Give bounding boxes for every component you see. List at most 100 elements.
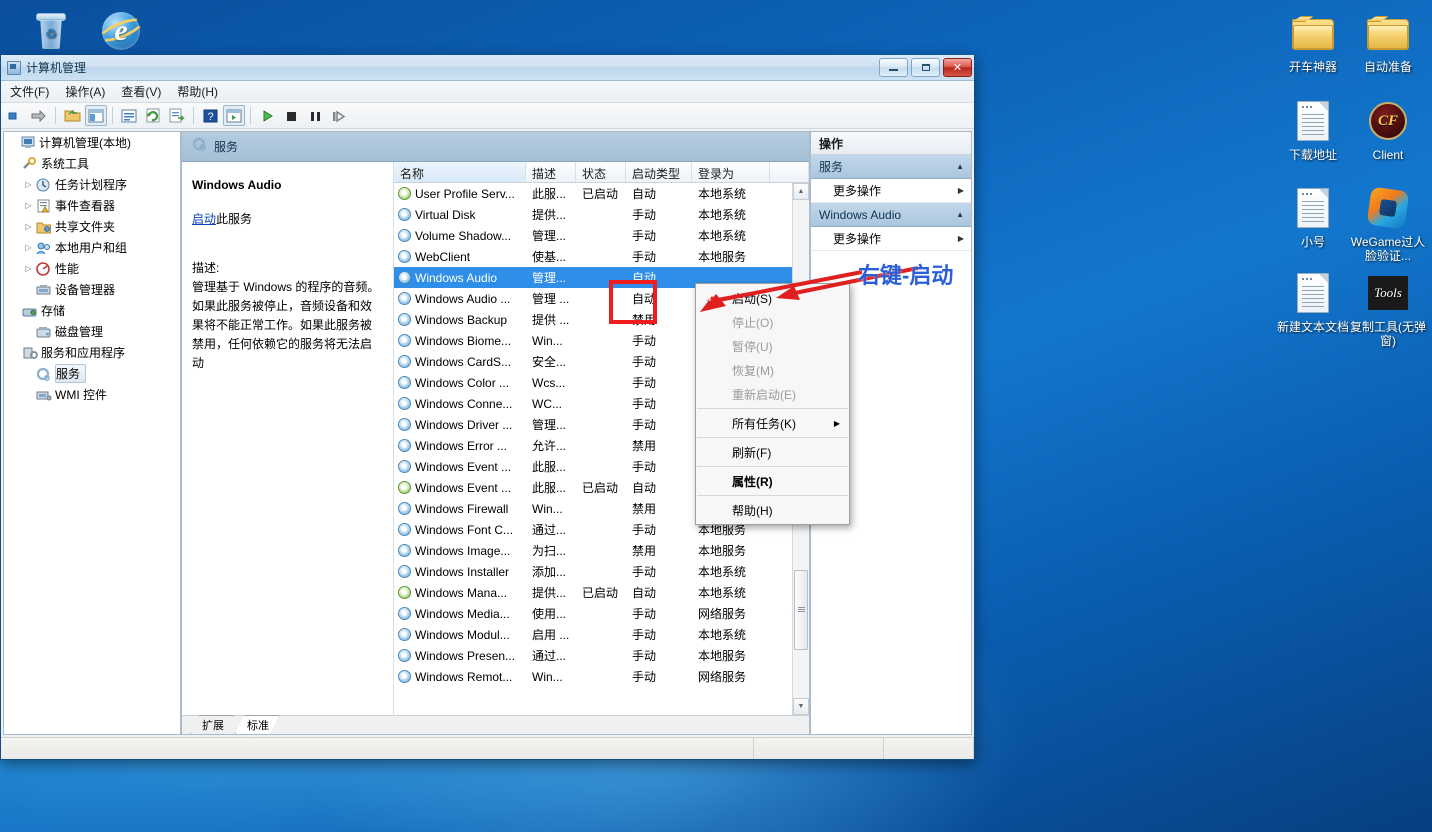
expander-icon[interactable]: ▷ bbox=[22, 180, 35, 189]
forward-button[interactable] bbox=[28, 105, 50, 126]
context-menu-item-label: 刷新(F) bbox=[732, 445, 772, 460]
folder-icon bbox=[1345, 8, 1431, 58]
desktop-icon-internet-explorer[interactable] bbox=[78, 6, 164, 56]
desktop-icon-4[interactable]: 小号 bbox=[1270, 183, 1356, 249]
desktop-icon-7[interactable]: 复制工具(无弹窗) bbox=[1345, 268, 1431, 348]
tree-item-clock[interactable]: ▷ 任务计划程序 bbox=[4, 174, 180, 195]
status-segment-main bbox=[1, 738, 754, 759]
minimize-button[interactable] bbox=[879, 58, 908, 77]
desktop-icon-5[interactable]: WeGame过人脸验证... bbox=[1345, 183, 1431, 263]
chevron-up-icon[interactable]: ▲ bbox=[956, 162, 964, 171]
chevron-up-icon[interactable]: ▲ bbox=[956, 210, 964, 219]
cell-name-text: Windows Driver ... bbox=[415, 417, 513, 432]
tree-item-storage[interactable]: 存储 bbox=[4, 300, 180, 321]
stop-service-button[interactable] bbox=[280, 105, 302, 126]
column-header-spacer[interactable] bbox=[770, 162, 809, 182]
tree-item-services[interactable]: 服务 bbox=[4, 363, 180, 384]
context-menu-item-label: 恢复(M) bbox=[732, 363, 774, 378]
column-header-startup-type[interactable]: 启动类型 bbox=[626, 162, 692, 182]
restart-service-button[interactable] bbox=[328, 105, 350, 126]
menu-action[interactable]: 操作(A) bbox=[58, 80, 112, 103]
tree-item-wmi[interactable]: WMI 控件 bbox=[4, 384, 180, 405]
desktop-icon-1[interactable]: 自动准备 bbox=[1345, 8, 1431, 74]
table-row[interactable]: Windows Remot... Win... 手动 网络服务 bbox=[394, 666, 809, 687]
tree-item-event-log[interactable]: ▷ 事件查看器 bbox=[4, 195, 180, 216]
properties-button[interactable] bbox=[118, 105, 140, 126]
tree-item-device-manager[interactable]: 设备管理器 bbox=[4, 279, 180, 300]
tree-item-tools[interactable]: 系统工具 bbox=[4, 153, 180, 174]
up-folder-button[interactable] bbox=[61, 105, 83, 126]
tree-item-performance[interactable]: ▷ 性能 bbox=[4, 258, 180, 279]
expander-icon[interactable]: ▷ bbox=[22, 243, 35, 252]
tree-item-services-apps[interactable]: 服务和应用程序 bbox=[4, 342, 180, 363]
scroll-thumb[interactable] bbox=[794, 570, 808, 650]
actions-more-actions-services[interactable]: 更多操作 ▶ bbox=[811, 179, 971, 203]
close-button[interactable]: ✕ bbox=[943, 58, 972, 77]
desktop-icon-6[interactable]: 新建文本文档 bbox=[1270, 268, 1356, 334]
table-row[interactable]: User Profile Serv... 此服... 已启动 自动 本地系统 bbox=[394, 183, 809, 204]
table-row[interactable]: Windows Modul... 启用 ... 手动 本地系统 bbox=[394, 624, 809, 645]
service-gear-icon bbox=[398, 355, 411, 368]
context-menu-item[interactable]: 刷新(F) bbox=[696, 440, 849, 464]
tree-item-disk-management[interactable]: 磁盘管理 bbox=[4, 321, 180, 342]
cell-name: Windows Remot... bbox=[394, 670, 526, 684]
start-service-link[interactable]: 启动 bbox=[192, 212, 216, 226]
cell-name-text: Windows Mana... bbox=[415, 585, 508, 600]
table-row[interactable]: Windows Presen... 通过... 手动 本地服务 bbox=[394, 645, 809, 666]
help-button[interactable]: ? bbox=[199, 105, 221, 126]
service-gear-icon bbox=[398, 544, 411, 557]
window-titlebar[interactable]: 计算机管理 ✕ bbox=[1, 55, 974, 81]
desktop-icon-2[interactable]: 下载地址 bbox=[1270, 96, 1356, 162]
cell-logon-as: 本地服务 bbox=[698, 544, 747, 558]
show-hide-tree-button[interactable] bbox=[85, 105, 107, 126]
tab-extended[interactable]: 扩展 bbox=[190, 715, 234, 734]
expander-icon[interactable]: ▷ bbox=[22, 222, 35, 231]
actions-group-windows-audio[interactable]: Windows Audio ▲ bbox=[811, 203, 971, 227]
column-header-name[interactable]: 名称 bbox=[394, 162, 526, 182]
table-row[interactable]: Windows Image... 为扫... 禁用 本地服务 bbox=[394, 540, 809, 561]
table-row[interactable]: Windows Mana... 提供... 已启动 自动 本地系统 bbox=[394, 582, 809, 603]
table-row[interactable]: WebClient 使基... 手动 本地服务 bbox=[394, 246, 809, 267]
service-context-menu[interactable]: 启动(S) 停止(O) 暂停(U) 恢复(M) 重新启动(E) 所有任务(K) ▶ 刷新(F)… bbox=[695, 283, 850, 525]
column-header-logon-as[interactable]: 登录为 bbox=[692, 162, 770, 182]
column-header-status[interactable]: 状态 bbox=[576, 162, 626, 182]
cell-description: Wcs... bbox=[532, 375, 566, 390]
start-service-button[interactable] bbox=[256, 105, 278, 126]
export-list-button[interactable] bbox=[166, 105, 188, 126]
scroll-down-button[interactable]: ▼ bbox=[793, 698, 809, 715]
context-menu-item[interactable]: 属性(R) bbox=[696, 469, 849, 493]
back-button[interactable] bbox=[4, 105, 26, 126]
cell-description: 管理... bbox=[532, 229, 567, 243]
desktop-icon-label: 复制工具(无弹窗) bbox=[1350, 320, 1426, 348]
table-row[interactable]: Volume Shadow... 管理... 手动 本地系统 bbox=[394, 225, 809, 246]
cell-name: WebClient bbox=[394, 250, 526, 264]
tree-root[interactable]: 计算机管理(本地) bbox=[4, 132, 180, 153]
context-menu-item[interactable]: 帮助(H) bbox=[696, 498, 849, 522]
context-menu-item[interactable]: 所有任务(K) ▶ bbox=[696, 411, 849, 435]
show-action-pane-button[interactable] bbox=[223, 105, 245, 126]
expander-icon[interactable]: ▷ bbox=[22, 201, 35, 210]
tree-item-users[interactable]: ▷ 本地用户和组 bbox=[4, 237, 180, 258]
table-row[interactable]: Windows Media... 使用... 手动 网络服务 bbox=[394, 603, 809, 624]
desktop-icon-0[interactable]: 开车神器 bbox=[1270, 8, 1356, 74]
actions-group-services[interactable]: 服务 ▲ bbox=[811, 155, 971, 179]
menu-help[interactable]: 帮助(H) bbox=[170, 80, 225, 103]
column-header-description[interactable]: 描述 bbox=[526, 162, 576, 182]
menu-file[interactable]: 文件(F) bbox=[3, 80, 56, 103]
tree-item-shared-folder[interactable]: ▷ 共享文件夹 bbox=[4, 216, 180, 237]
scroll-up-button[interactable]: ▲ bbox=[793, 183, 809, 200]
desktop-icon-3[interactable]: Client bbox=[1345, 96, 1431, 162]
expander-icon[interactable]: ▷ bbox=[22, 264, 35, 273]
table-row[interactable]: Windows Installer 添加... 手动 本地系统 bbox=[394, 561, 809, 582]
actions-more-actions-windows-audio[interactable]: 更多操作 ▶ bbox=[811, 227, 971, 251]
context-menu-item[interactable]: 启动(S) bbox=[696, 286, 849, 310]
tab-standard[interactable]: 标准 bbox=[235, 715, 279, 734]
cell-name-text: Windows Font C... bbox=[415, 522, 514, 537]
maximize-button[interactable] bbox=[911, 58, 940, 77]
console-tree[interactable]: 计算机管理(本地) 系统工具 ▷ 任务计划程序 ▷ 事件查看器 ▷ 共享文件夹 ▷ 本地用户和组… bbox=[3, 131, 181, 735]
refresh-button[interactable] bbox=[142, 105, 164, 126]
chevron-right-icon: ▶ bbox=[957, 234, 964, 243]
menu-view[interactable]: 查看(V) bbox=[114, 80, 168, 103]
table-row[interactable]: Virtual Disk 提供... 手动 本地系统 bbox=[394, 204, 809, 225]
pause-service-button[interactable] bbox=[304, 105, 326, 126]
